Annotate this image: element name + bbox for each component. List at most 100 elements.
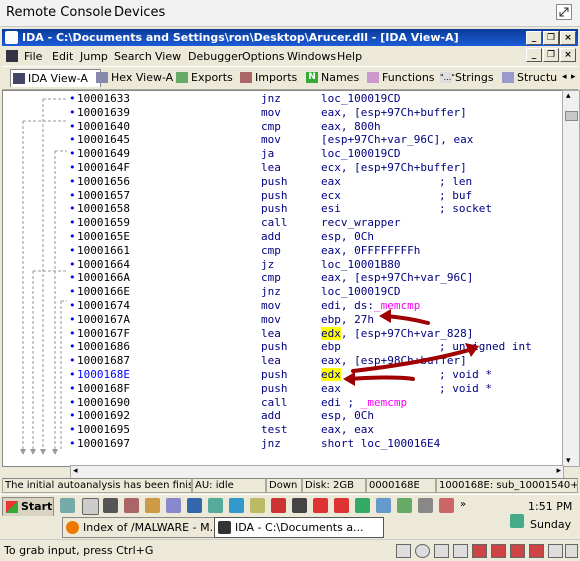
scroll-up-icon[interactable]: ▴ [566,91,571,101]
taskbar-windows: Index of /MALWARE - M... IDA - C:\Docume… [0,516,580,538]
menu-devices[interactable]: Devices [114,5,165,20]
quicklaunch-icon-1[interactable] [60,498,75,513]
scroll-thumb[interactable] [565,111,578,121]
status-icon-9 [548,544,563,558]
hex-view-icon [96,72,108,83]
tool-icon-1[interactable] [124,498,139,513]
ida-app-icon [5,31,18,44]
imports-icon [240,72,252,83]
tab-ida-view-a[interactable]: IDA View-A [10,69,101,87]
title-bar: IDA - C:\Documents and Settings\ron\Desk… [2,29,578,46]
red-arrow-var828 [351,347,475,373]
tab-label: Strings [455,71,494,84]
tool-icon-12[interactable] [355,498,370,513]
firefox-icon [66,521,79,534]
grab-input-hint: To grab input, press Ctrl+G [4,544,154,557]
status-message: The initial autoanalysis has been finish… [2,478,192,493]
tab-names[interactable]: N Names [304,69,373,86]
tool-icon-8[interactable] [271,498,286,513]
tool-icon-4[interactable] [187,498,202,513]
scroll-left-icon[interactable]: ◂ [73,466,78,476]
tool-icon-10[interactable] [313,498,328,513]
task-label: Index of /MALWARE - M... [83,521,221,534]
horizontal-scrollbar[interactable]: ◂ ▸ [70,465,564,479]
menu-remote-console[interactable]: Remote Console [6,5,112,20]
tool-icon-16[interactable] [439,498,454,513]
status-direction: Down [266,478,302,493]
tab-imports[interactable]: Imports [238,69,311,86]
tool-icon-9[interactable] [292,498,307,513]
status-offset: 0000168E [366,478,436,493]
restore-button[interactable]: ❐ [543,31,559,45]
tab-label: IDA View-A [28,72,88,85]
tab-functions[interactable]: Functions [365,69,444,86]
tab-scroll-left-icon[interactable]: ◂ [562,72,567,82]
network-tray-icon[interactable] [510,514,524,528]
tab-label: Names [321,71,360,84]
status-icon-4 [453,544,468,558]
menu-search[interactable]: Search [114,50,152,63]
tool-icon-5[interactable] [208,498,223,513]
status-icon-6 [491,544,506,558]
system-tray-clock[interactable]: 1:51 PM Sunday [510,496,576,536]
document-icon [6,50,18,62]
tool-icon-3[interactable] [166,498,181,513]
start-button[interactable]: Start [2,497,54,517]
status-icon-10 [565,544,578,558]
status-icon-7 [510,544,525,558]
notepad-icon[interactable] [82,498,99,515]
vertical-scrollbar[interactable]: ▴ ▾ [562,90,580,467]
tab-label: Structu [517,71,558,84]
menu-debugger[interactable]: Debugger [188,50,242,63]
menu-edit[interactable]: Edit [52,50,73,63]
menu-options[interactable]: Options [242,50,284,63]
tab-scroll-right-icon[interactable]: ▸ [571,72,576,82]
task-browser[interactable]: Index of /MALWARE - M... [62,517,232,538]
tool-icon-2[interactable] [145,498,160,513]
red-arrow-edx [346,375,415,381]
menu-windows[interactable]: Windows [287,50,336,63]
doc-minimize-button[interactable]: _ [526,48,542,62]
start-label: Start [21,500,53,513]
status-bar: The initial autoanalysis has been finish… [2,478,578,493]
tool-icon-13[interactable] [376,498,391,513]
tool-icon-15[interactable] [418,498,433,513]
task-ida[interactable]: IDA - C:\Documents a... [214,517,384,538]
tool-icon-11[interactable] [334,498,349,513]
status-location: 1000168E: sub_10001540+ [436,478,578,493]
menu-jump[interactable]: Jump [80,50,108,63]
ida-task-icon [218,521,231,534]
minimize-button[interactable]: _ [526,31,542,45]
red-arrow-ebp [383,314,430,325]
view-tabs: IDA View-A Hex View-A Exports Imports N … [2,66,578,90]
windows-logo-icon [6,501,18,513]
scroll-down-icon[interactable]: ▾ [566,456,571,466]
cmd-icon[interactable] [103,498,118,513]
tool-icon-7[interactable] [250,498,265,513]
status-icon-3 [434,544,449,558]
status-icon-8 [529,544,544,558]
exports-icon [176,72,188,83]
tool-icon-6[interactable] [229,498,244,513]
structures-icon [502,72,514,83]
menu-file[interactable]: File [24,50,42,63]
annotation-arrows [343,309,479,386]
scroll-right-icon[interactable]: ▸ [556,466,561,476]
tab-exports[interactable]: Exports [174,69,245,86]
close-button[interactable]: × [560,31,576,45]
tool-icon-14[interactable] [397,498,412,513]
status-au: AU: idle [192,478,266,493]
doc-restore-button[interactable]: ❐ [543,48,559,62]
tab-label: Exports [191,71,233,84]
clock-time: 1:51 PM [528,500,573,513]
doc-close-button[interactable]: × [560,48,576,62]
resize-arrows-icon [559,7,569,17]
quicklaunch-expand-icon[interactable]: » [460,499,466,510]
tab-hex-view-a[interactable]: Hex View-A [94,69,179,86]
menu-help[interactable]: Help [337,50,362,63]
task-label: IDA - C:\Documents a... [235,521,364,534]
tab-strings[interactable]: "..." Strings [438,69,505,86]
resize-icon[interactable] [556,4,572,20]
disassembly-view[interactable]: • 10001633 jnz loc_100019CD • 10001639 mov eax,… [2,90,564,467]
menu-view[interactable]: View [155,50,181,63]
